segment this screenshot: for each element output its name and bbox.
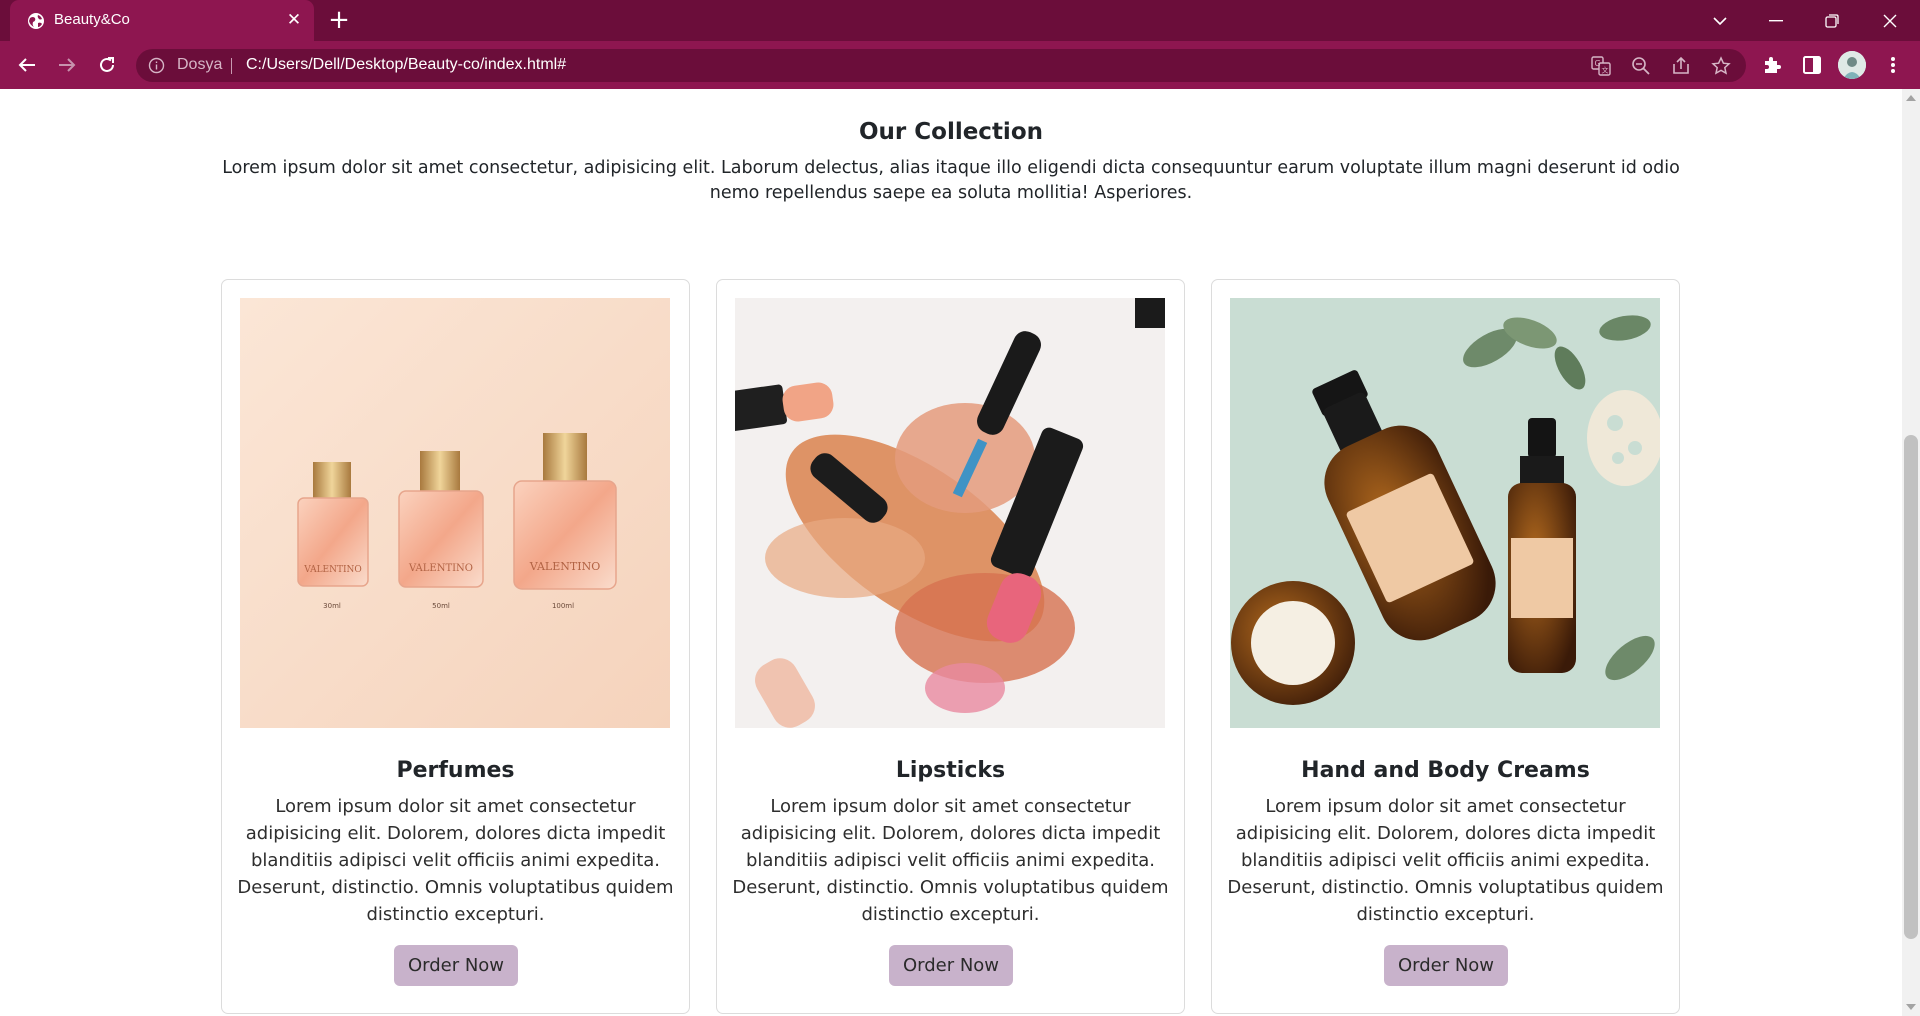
back-button[interactable] (12, 50, 42, 80)
perfume-brand-1: VALENTINO (303, 565, 362, 575)
zoom-icon[interactable] (1630, 55, 1652, 77)
creams-image (1230, 298, 1660, 728)
close-tab-icon[interactable]: ✕ (284, 10, 304, 30)
card-text: Lorem ipsum dolor sit amet consectetur a… (237, 796, 674, 925)
share-icon[interactable] (1670, 55, 1692, 77)
card-title: Lipsticks (895, 758, 1006, 783)
browser-menu-button[interactable] (1878, 50, 1908, 80)
card-title: Hand and Body Creams (1301, 758, 1590, 783)
perfume-size-2: 50ml (432, 602, 450, 610)
forward-button[interactable] (52, 50, 82, 80)
address-separator (231, 58, 232, 74)
arrow-left-icon (18, 58, 35, 72)
product-card-perfumes: VALENTINO VALENTINO VALENTINO 30ml 50ml … (221, 279, 690, 1014)
minimize-button[interactable] (1748, 0, 1804, 41)
card-text: Lorem ipsum dolor sit amet consectetur a… (732, 796, 1169, 925)
svg-text:文: 文 (1602, 66, 1609, 75)
section-title: Our Collection (858, 119, 1043, 145)
address-bar[interactable]: Dosya C:/Users/Dell/Desktop/Beauty-co/in… (136, 49, 1746, 82)
translate-icon[interactable]: G文 (1590, 55, 1612, 77)
globe-icon (28, 13, 44, 29)
lipsticks-image (735, 298, 1165, 728)
info-icon[interactable] (148, 57, 165, 74)
perfume-brand-3: VALENTINO (529, 560, 600, 573)
site-info-label[interactable]: Dosya (177, 56, 222, 74)
reload-button[interactable] (92, 50, 122, 80)
profile-avatar[interactable] (1838, 51, 1866, 79)
profile-icon (1838, 51, 1866, 79)
order-now-button-lipsticks[interactable]: Order Now (889, 945, 1013, 986)
scroll-up-arrow-icon[interactable] (1906, 95, 1916, 101)
kebab-menu-icon (1891, 57, 1895, 73)
browser-tab[interactable]: Beauty&Co ✕ (10, 0, 314, 41)
scrollbar-thumb[interactable] (1904, 435, 1918, 939)
restore-button[interactable] (1804, 0, 1860, 41)
perfume-size-3: 100ml (552, 602, 574, 610)
product-card-creams: Hand and Body Creams Lorem ipsum dolor s… (1211, 279, 1680, 1014)
card-text: Lorem ipsum dolor sit amet consectetur a… (1227, 796, 1664, 925)
minimize-icon (1769, 19, 1783, 21)
reload-icon (100, 57, 114, 72)
tab-title: Beauty&Co (54, 11, 130, 28)
page-content: Our Collection Lorem ipsum dolor sit ame… (0, 89, 1902, 1016)
side-panel-button[interactable] (1797, 50, 1827, 80)
chevron-down-icon (1713, 16, 1727, 25)
order-now-button-perfumes[interactable]: Order Now (394, 945, 518, 986)
product-card-lipsticks: Lipsticks Lorem ipsum dolor sit amet con… (716, 279, 1185, 1014)
perfume-size-1: 30ml (323, 602, 341, 610)
side-panel-icon (1803, 56, 1821, 74)
perfume-brand-2: VALENTINO (408, 563, 473, 574)
section-description: Lorem ipsum dolor sit amet consectetur, … (222, 158, 1680, 203)
tab-search-button[interactable] (1692, 0, 1748, 41)
url-text[interactable]: C:/Users/Dell/Desktop/Beauty-co/index.ht… (246, 56, 566, 74)
arrow-right-icon (59, 58, 76, 72)
vertical-scrollbar[interactable] (1902, 89, 1920, 1016)
close-icon (1883, 14, 1897, 27)
browser-toolbar: Dosya C:/Users/Dell/Desktop/Beauty-co/in… (0, 41, 1920, 89)
scroll-down-arrow-icon[interactable] (1906, 1004, 1916, 1010)
puzzle-icon (1765, 57, 1781, 73)
star-icon[interactable] (1710, 55, 1732, 77)
order-now-button-creams[interactable]: Order Now (1384, 945, 1508, 986)
extensions-button[interactable] (1757, 50, 1787, 80)
tab-strip: Beauty&Co ✕ + (0, 0, 1920, 41)
close-window-button[interactable] (1862, 0, 1918, 41)
card-title: Perfumes (396, 758, 515, 783)
svg-text:G: G (1595, 59, 1601, 68)
restore-icon (1825, 13, 1839, 28)
perfumes-image: VALENTINO VALENTINO VALENTINO 30ml 50ml … (240, 298, 670, 728)
new-tab-button[interactable]: + (325, 7, 353, 35)
